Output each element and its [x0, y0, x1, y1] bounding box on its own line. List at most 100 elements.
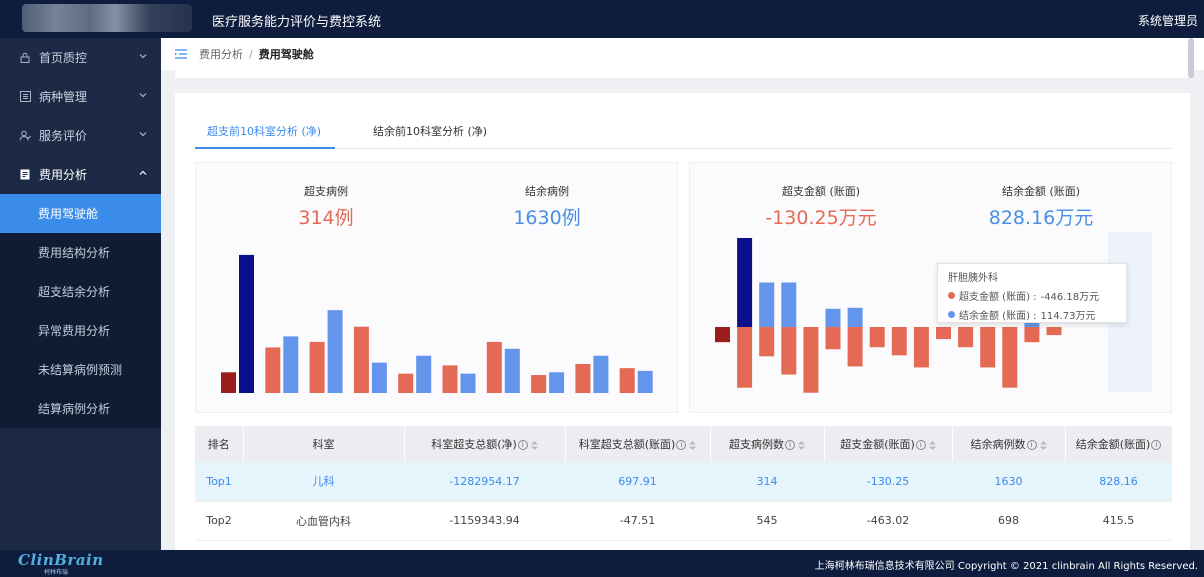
- column-header-overspend-amount[interactable]: 超支金额(账面) i: [824, 426, 953, 462]
- info-icon[interactable]: i: [915, 440, 926, 450]
- cell-surplus-amount: 828.16: [1065, 462, 1172, 502]
- tab-surplus-top10[interactable]: 结余前10科室分析 (净): [373, 123, 487, 139]
- overspend-amount-bar[interactable]: [781, 327, 797, 375]
- table-row[interactable]: Top1 儿科 -1282954.17 697.91 314 -130.25 1…: [195, 462, 1172, 502]
- sort-icon[interactable]: [928, 440, 936, 450]
- menu-toggle-icon[interactable]: [175, 49, 187, 59]
- overspend-amount-bar[interactable]: [759, 327, 775, 357]
- sidebar-item-overspend-surplus[interactable]: 超支结余分析: [0, 272, 161, 311]
- lock-icon: [18, 51, 32, 65]
- tab-active-underline: [195, 147, 335, 149]
- sidebar-group-service-eval[interactable]: 服务评价: [0, 116, 161, 155]
- column-header-surplus-amount[interactable]: 结余金额(账面) i: [1065, 426, 1173, 462]
- sidebar-group-cost-analysis[interactable]: 费用分析: [0, 155, 161, 194]
- sort-icon[interactable]: [689, 440, 697, 450]
- sidebar-item-settled-cases[interactable]: 结算病例分析: [0, 389, 161, 428]
- surplus-amount-bar[interactable]: [737, 238, 753, 327]
- surplus-amount-bar[interactable]: [825, 308, 841, 327]
- footer: ClinBrain 柯林布瑞 上海柯林布瑞信息技术有限公司 Copyright …: [0, 550, 1204, 577]
- overspend-amount-bar[interactable]: [803, 327, 819, 393]
- surplus-cases-bar[interactable]: [593, 355, 609, 393]
- surplus-cases-bar[interactable]: [371, 362, 387, 393]
- column-header-net-overspend[interactable]: 科室超支总额(净) i: [404, 426, 566, 462]
- overspend-cases-bar[interactable]: [619, 368, 635, 393]
- sort-icon[interactable]: [530, 440, 538, 450]
- overspend-amount-bar[interactable]: [847, 327, 863, 367]
- copyright-text: 上海柯林布瑞信息技术有限公司 Copyright © 2021 clinbrai…: [814, 561, 1198, 572]
- tab-overspend-top10[interactable]: 超支前10科室分析 (净): [207, 123, 321, 139]
- info-icon[interactable]: i: [1026, 440, 1037, 450]
- surplus-cases-bar[interactable]: [239, 254, 254, 393]
- overspend-cases-bar[interactable]: [531, 375, 547, 393]
- sidebar: 首页质控 病种管理 服务评价 费用分析 费用驾驶舱 费用结构分析 超支结余分析 …: [0, 38, 161, 550]
- sidebar-group-home-qc[interactable]: 首页质控: [0, 38, 161, 77]
- overspend-amount-bar[interactable]: [980, 327, 996, 368]
- overspend-cases-bar[interactable]: [486, 341, 502, 393]
- cell-surplus-cases: 1630: [952, 462, 1065, 502]
- overspend-amount-bar[interactable]: [825, 327, 841, 350]
- overspend-amount-bar[interactable]: [891, 327, 907, 356]
- column-header-book-overspend[interactable]: 科室超支总额(账面) i: [565, 426, 711, 462]
- column-header-rank: 排名: [195, 426, 244, 462]
- breadcrumb-parent[interactable]: 费用分析: [199, 46, 243, 62]
- info-icon[interactable]: i: [517, 440, 528, 450]
- overspend-cases-bar[interactable]: [442, 365, 458, 393]
- overspend-cases-bar[interactable]: [221, 372, 236, 393]
- user-name[interactable]: 系统管理员: [1138, 12, 1198, 29]
- column-header-overspend-cases[interactable]: 超支病例数 i: [710, 426, 825, 462]
- surplus-dot: [948, 311, 955, 318]
- overspend-amount-bar[interactable]: [1046, 327, 1062, 336]
- surplus-amount-bar[interactable]: [781, 282, 797, 328]
- overspend-amount-bar[interactable]: [1002, 327, 1018, 388]
- left-chart-panel: 超支病例 314例 结余病例 1630例: [195, 162, 678, 413]
- sidebar-item-cost-cockpit[interactable]: 费用驾驶舱: [0, 194, 161, 233]
- overspend-amount-bar[interactable]: [1024, 327, 1040, 343]
- overspend-amount-bar[interactable]: [958, 327, 974, 348]
- overspend-amount-bar[interactable]: [913, 327, 929, 368]
- overspend-cases-bar[interactable]: [265, 347, 281, 393]
- overspend-cases-bar[interactable]: [398, 373, 414, 393]
- overspend-amount-bar[interactable]: [936, 327, 951, 340]
- sort-icon[interactable]: [1039, 440, 1047, 450]
- cell-overspend-cases: 545: [710, 501, 824, 541]
- sort-icon[interactable]: [798, 440, 805, 450]
- surplus-amount-bar[interactable]: [759, 282, 775, 328]
- info-icon[interactable]: i: [785, 440, 795, 450]
- chevron-up-icon: [139, 170, 147, 175]
- main-card: 超支前10科室分析 (净) 结余前10科室分析 (净) 超支病例 314例 结余…: [175, 93, 1190, 550]
- surplus-cases-bar[interactable]: [637, 370, 653, 393]
- cell-overspend-cases: 314: [710, 462, 824, 502]
- sidebar-group-label: 服务评价: [39, 129, 88, 143]
- sidebar-item-abnormal-cost[interactable]: 异常费用分析: [0, 311, 161, 350]
- info-icon[interactable]: i: [676, 440, 687, 450]
- tooltip-value: 114.73万元: [1040, 311, 1096, 322]
- overspend-cases-bar[interactable]: [575, 364, 591, 393]
- surplus-cases-bar[interactable]: [416, 355, 432, 393]
- sidebar-item-cost-structure[interactable]: 费用结构分析: [0, 233, 161, 272]
- tab-bar: 超支前10科室分析 (净) 结余前10科室分析 (净): [195, 113, 1172, 149]
- cell-overspend-amount: -463.02: [824, 501, 952, 541]
- cell-overspend-amount: -130.25: [824, 462, 952, 502]
- column-header-surplus-cases[interactable]: 结余病例数 i: [952, 426, 1066, 462]
- column-header-department: 科室: [243, 426, 405, 462]
- overspend-amount-bar[interactable]: [869, 327, 885, 348]
- surplus-cases-bar[interactable]: [504, 348, 520, 393]
- overspend-cases-bar[interactable]: [309, 341, 325, 393]
- surplus-cases-bar[interactable]: [283, 336, 299, 393]
- overspend-cases-bar[interactable]: [353, 326, 369, 393]
- overspend-amount-bar[interactable]: [715, 327, 730, 343]
- scrollbar[interactable]: [1188, 38, 1194, 78]
- surplus-cases-bar[interactable]: [460, 373, 476, 393]
- top-bar: 医疗服务能力评价与费控系统 系统管理员: [0, 0, 1204, 38]
- info-icon[interactable]: i: [1151, 440, 1162, 450]
- sidebar-group-disease[interactable]: 病种管理: [0, 77, 161, 116]
- table-row[interactable]: Top2 心血管内科 -1159343.94 -47.51 545 -463.0…: [195, 501, 1172, 541]
- surplus-cases-bar[interactable]: [549, 372, 565, 393]
- surplus-amount-bar[interactable]: [847, 307, 863, 327]
- cell-surplus-amount: 415.5: [1065, 501, 1172, 541]
- overspend-amount-bar[interactable]: [737, 327, 753, 388]
- cell-net-overspend: -1159343.94: [404, 501, 565, 541]
- surplus-cases-bar[interactable]: [327, 310, 343, 393]
- sidebar-item-unsettled-forecast[interactable]: 未结算病例预测: [0, 350, 161, 389]
- chevron-down-icon: [139, 93, 147, 98]
